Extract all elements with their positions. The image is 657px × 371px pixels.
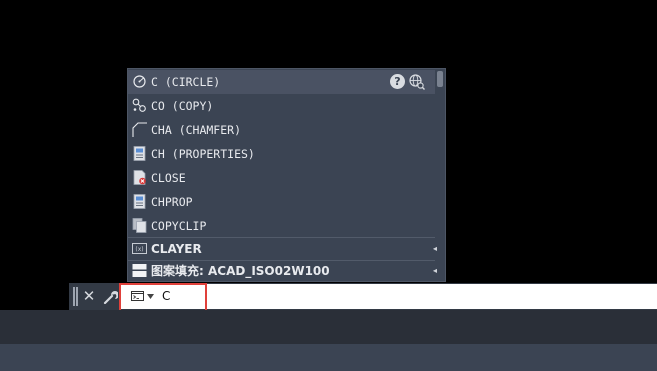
suggestion-close[interactable]: CLOSE: [128, 166, 435, 190]
suggestion-label: C (CIRCLE): [151, 75, 221, 89]
annotation-highlight: [119, 283, 207, 313]
suggestion-chamfer[interactable]: CHA (CHAMFER): [128, 118, 435, 142]
web-search-icon[interactable]: [408, 73, 426, 91]
suggestion-label: COPYCLIP: [151, 219, 207, 233]
status-bar: [0, 310, 657, 344]
wrench-icon[interactable]: [103, 288, 118, 304]
help-icon[interactable]: ?: [390, 74, 405, 89]
suggestion-label: CLOSE: [151, 171, 186, 185]
close-drawing-icon: [133, 170, 146, 185]
suggestion-label: CLAYER: [151, 242, 202, 256]
copy-command-icon: [132, 98, 146, 112]
properties-command-icon: [133, 146, 146, 161]
grip-handle-icon[interactable]: [73, 287, 78, 306]
suggestion-copy[interactable]: CO (COPY): [128, 94, 435, 118]
autocomplete-list: C (CIRCLE) ? CO (COPY) CHA (CHAMFER) CH …: [127, 68, 446, 282]
svg-text:(x): (x): [135, 246, 143, 253]
layout-tab-strip: [0, 344, 657, 371]
suggestion-label: CH (PROPERTIES): [151, 147, 255, 161]
suggestion-clayer[interactable]: (x) CLAYER ◀: [128, 237, 439, 261]
suggestion-copyclip[interactable]: COPYCLIP: [128, 214, 435, 238]
copyclip-command-icon: [132, 218, 147, 233]
chprop-command-icon: [133, 194, 146, 209]
suggestion-properties[interactable]: CH (PROPERTIES): [128, 142, 435, 166]
suggestion-label: 图案填充: ACAD_ISO02W100: [151, 264, 330, 278]
suggestion-hatch-pattern[interactable]: 图案填充: ACAD_ISO02W100 ◀: [128, 259, 439, 283]
scrollbar[interactable]: [437, 71, 443, 279]
system-variable-icon: (x): [132, 243, 147, 254]
suggestion-circle[interactable]: C (CIRCLE) ?: [128, 70, 435, 94]
scrollbar-thumb[interactable]: [437, 71, 443, 87]
suggestion-label: CO (COPY): [151, 99, 214, 113]
suggestion-label: CHA (CHAMFER): [151, 123, 242, 137]
suggestion-chprop[interactable]: CHPROP: [128, 190, 435, 214]
suggestion-label: CHPROP: [151, 195, 193, 209]
chamfer-command-icon: [132, 122, 147, 137]
hatch-pattern-icon: [132, 264, 147, 277]
circle-command-icon: [133, 75, 146, 88]
close-icon[interactable]: ✕: [81, 286, 97, 306]
